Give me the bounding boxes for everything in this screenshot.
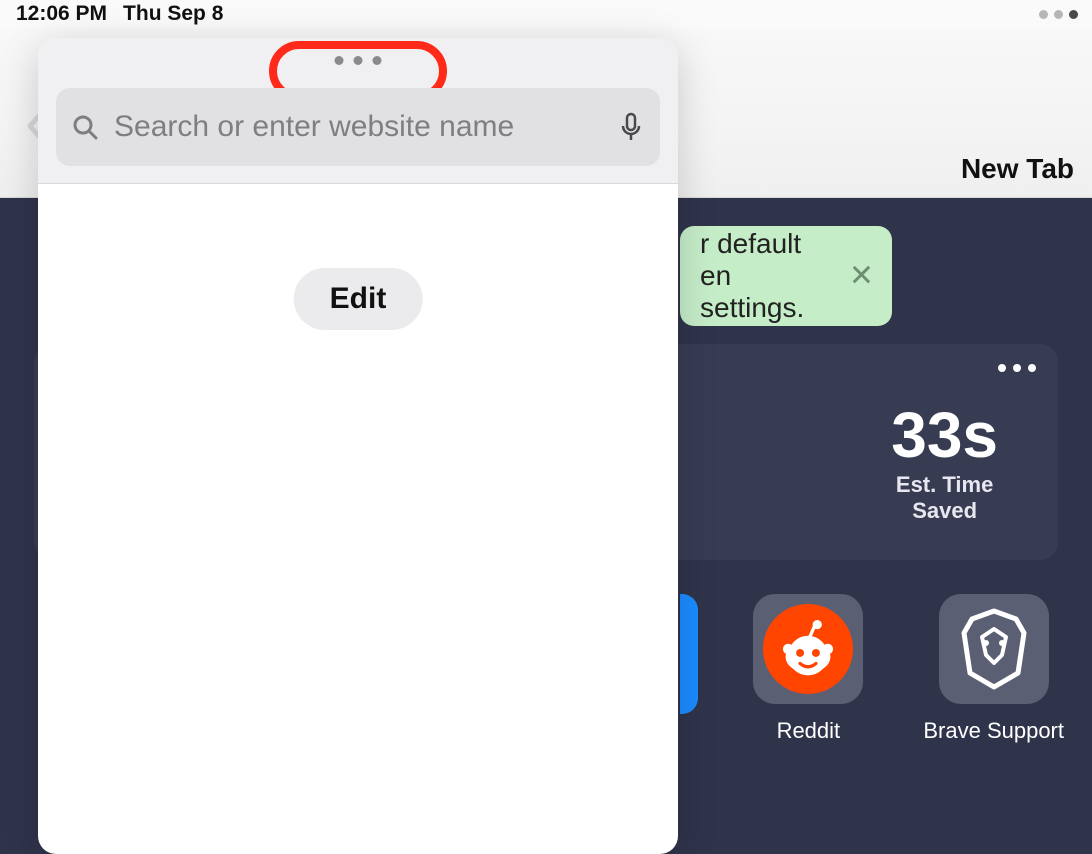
reddit-icon <box>763 604 853 694</box>
banner-text: r default en settings. <box>700 228 838 324</box>
tabs-popover: Edit <box>38 38 678 854</box>
search-icon <box>70 112 100 142</box>
favorite-reddit-tile[interactable] <box>753 594 863 704</box>
default-browser-banner[interactable]: r default en settings. ✕ <box>680 226 892 326</box>
close-icon[interactable]: ✕ <box>849 259 874 294</box>
tab-title: New Tab <box>961 153 1074 185</box>
more-icon[interactable] <box>998 364 1036 372</box>
brave-icon <box>958 607 1030 691</box>
status-time: 12:06 PM <box>16 2 107 26</box>
favorite-brave-tile[interactable] <box>939 594 1049 704</box>
status-bar: 12:06 PM Thu Sep 8 <box>0 0 1092 28</box>
popover-menu-icon[interactable] <box>335 56 382 65</box>
favorite-reddit[interactable]: Reddit <box>753 594 863 744</box>
mic-icon[interactable] <box>616 112 646 142</box>
multitasking-dots[interactable] <box>1039 10 1078 19</box>
favorite-brave-label: Brave Support <box>923 718 1064 744</box>
favorite-brave-support[interactable]: Brave Support <box>923 594 1064 744</box>
stat-label: Est. Time Saved <box>891 472 998 524</box>
edit-button[interactable]: Edit <box>294 268 423 330</box>
stat-time-saved: 33s Est. Time Saved <box>891 398 998 524</box>
favorite-reddit-label: Reddit <box>777 718 841 744</box>
search-input[interactable] <box>114 110 602 144</box>
stat-value: 33s <box>891 398 998 472</box>
address-search-bar[interactable] <box>56 88 660 166</box>
status-date: Thu Sep 8 <box>123 2 223 26</box>
popover-header <box>38 38 678 184</box>
